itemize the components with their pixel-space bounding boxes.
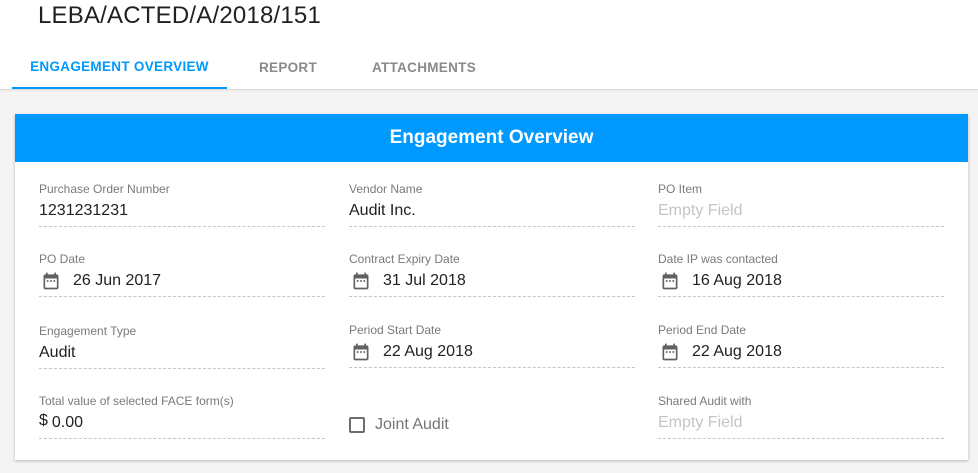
- face-total-label: Total value of selected FACE form(s): [39, 394, 234, 408]
- vendor-name-label: Vendor Name: [349, 182, 423, 196]
- calendar-icon[interactable]: [41, 271, 61, 291]
- card-header: Engagement Overview: [15, 114, 968, 162]
- po-date-value: 26 Jun 2017: [73, 272, 162, 289]
- face-total-input[interactable]: $ 0.00: [39, 408, 325, 439]
- period-start-input[interactable]: 22 Aug 2018: [349, 337, 635, 368]
- shared-audit-placeholder: Empty Field: [658, 414, 743, 431]
- po-date-input[interactable]: 26 Jun 2017: [39, 266, 325, 297]
- engagement-type-label: Engagement Type: [39, 324, 137, 338]
- page-title: LEBA/ACTED/A/2018/151: [38, 2, 322, 29]
- currency-symbol: $: [39, 412, 48, 429]
- joint-audit-label: Joint Audit: [375, 416, 449, 433]
- calendar-icon[interactable]: [351, 271, 371, 291]
- joint-audit-checkbox-row[interactable]: Joint Audit: [349, 416, 449, 434]
- tab-attachments[interactable]: ATTACHMENTS: [349, 45, 499, 89]
- po-item-input[interactable]: Empty Field: [658, 196, 944, 227]
- po-number-label: Purchase Order Number: [39, 182, 170, 196]
- joint-audit-checkbox[interactable]: [349, 417, 365, 433]
- period-start-field: Period Start Date 22 Aug 2018: [349, 323, 635, 368]
- shared-audit-label: Shared Audit with: [658, 394, 752, 408]
- period-start-value: 22 Aug 2018: [383, 343, 473, 360]
- contract-expiry-value: 31 Jul 2018: [383, 272, 466, 289]
- ip-contacted-label: Date IP was contacted: [658, 252, 778, 266]
- vendor-name-input[interactable]: Audit Inc.: [349, 196, 635, 227]
- ip-contacted-value: 16 Aug 2018: [692, 272, 782, 289]
- engagement-type-value: Audit: [39, 344, 76, 361]
- po-item-placeholder: Empty Field: [658, 202, 743, 219]
- tab-engagement-overview[interactable]: ENGAGEMENT OVERVIEW: [12, 45, 227, 89]
- po-date-field: PO Date 26 Jun 2017: [39, 252, 325, 297]
- shared-audit-field: Shared Audit with Empty Field: [658, 394, 944, 439]
- period-end-input[interactable]: 22 Aug 2018: [658, 337, 944, 368]
- contract-expiry-field: Contract Expiry Date 31 Jul 2018: [349, 252, 635, 297]
- tab-report[interactable]: REPORT: [227, 45, 349, 89]
- po-number-value: 1231231231: [39, 202, 128, 219]
- ip-contacted-input[interactable]: 16 Aug 2018: [658, 266, 944, 297]
- po-item-field: PO Item Empty Field: [658, 182, 944, 227]
- calendar-icon[interactable]: [660, 342, 680, 362]
- calendar-icon[interactable]: [351, 342, 371, 362]
- ip-contacted-field: Date IP was contacted 16 Aug 2018: [658, 252, 944, 297]
- po-number-field: Purchase Order Number 1231231231: [39, 182, 325, 227]
- period-start-label: Period Start Date: [349, 323, 442, 337]
- vendor-name-field: Vendor Name Audit Inc.: [349, 182, 635, 227]
- contract-expiry-label: Contract Expiry Date: [349, 252, 460, 266]
- contract-expiry-input[interactable]: 31 Jul 2018: [349, 266, 635, 297]
- period-end-field: Period End Date 22 Aug 2018: [658, 323, 944, 368]
- shared-audit-input[interactable]: Empty Field: [658, 408, 944, 439]
- po-number-input[interactable]: 1231231231: [39, 196, 325, 227]
- period-end-label: Period End Date: [658, 323, 747, 337]
- tab-bar: ENGAGEMENT OVERVIEW REPORT ATTACHMENTS: [12, 45, 499, 89]
- card-title: Engagement Overview: [389, 127, 594, 148]
- engagement-overview-card: Engagement Overview Purchase Order Numbe…: [15, 114, 968, 460]
- po-date-label: PO Date: [39, 252, 86, 266]
- engagement-type-input[interactable]: Audit: [39, 338, 325, 369]
- page-header: LEBA/ACTED/A/2018/151 ENGAGEMENT OVERVIE…: [0, 0, 978, 90]
- face-total-field: Total value of selected FACE form(s) $ 0…: [39, 394, 325, 439]
- vendor-name-value: Audit Inc.: [349, 202, 416, 219]
- calendar-icon[interactable]: [660, 271, 680, 291]
- engagement-type-field: Engagement Type Audit: [39, 324, 325, 369]
- period-end-value: 22 Aug 2018: [692, 343, 782, 360]
- po-item-label: PO Item: [658, 182, 703, 196]
- face-total-value: 0.00: [51, 414, 84, 431]
